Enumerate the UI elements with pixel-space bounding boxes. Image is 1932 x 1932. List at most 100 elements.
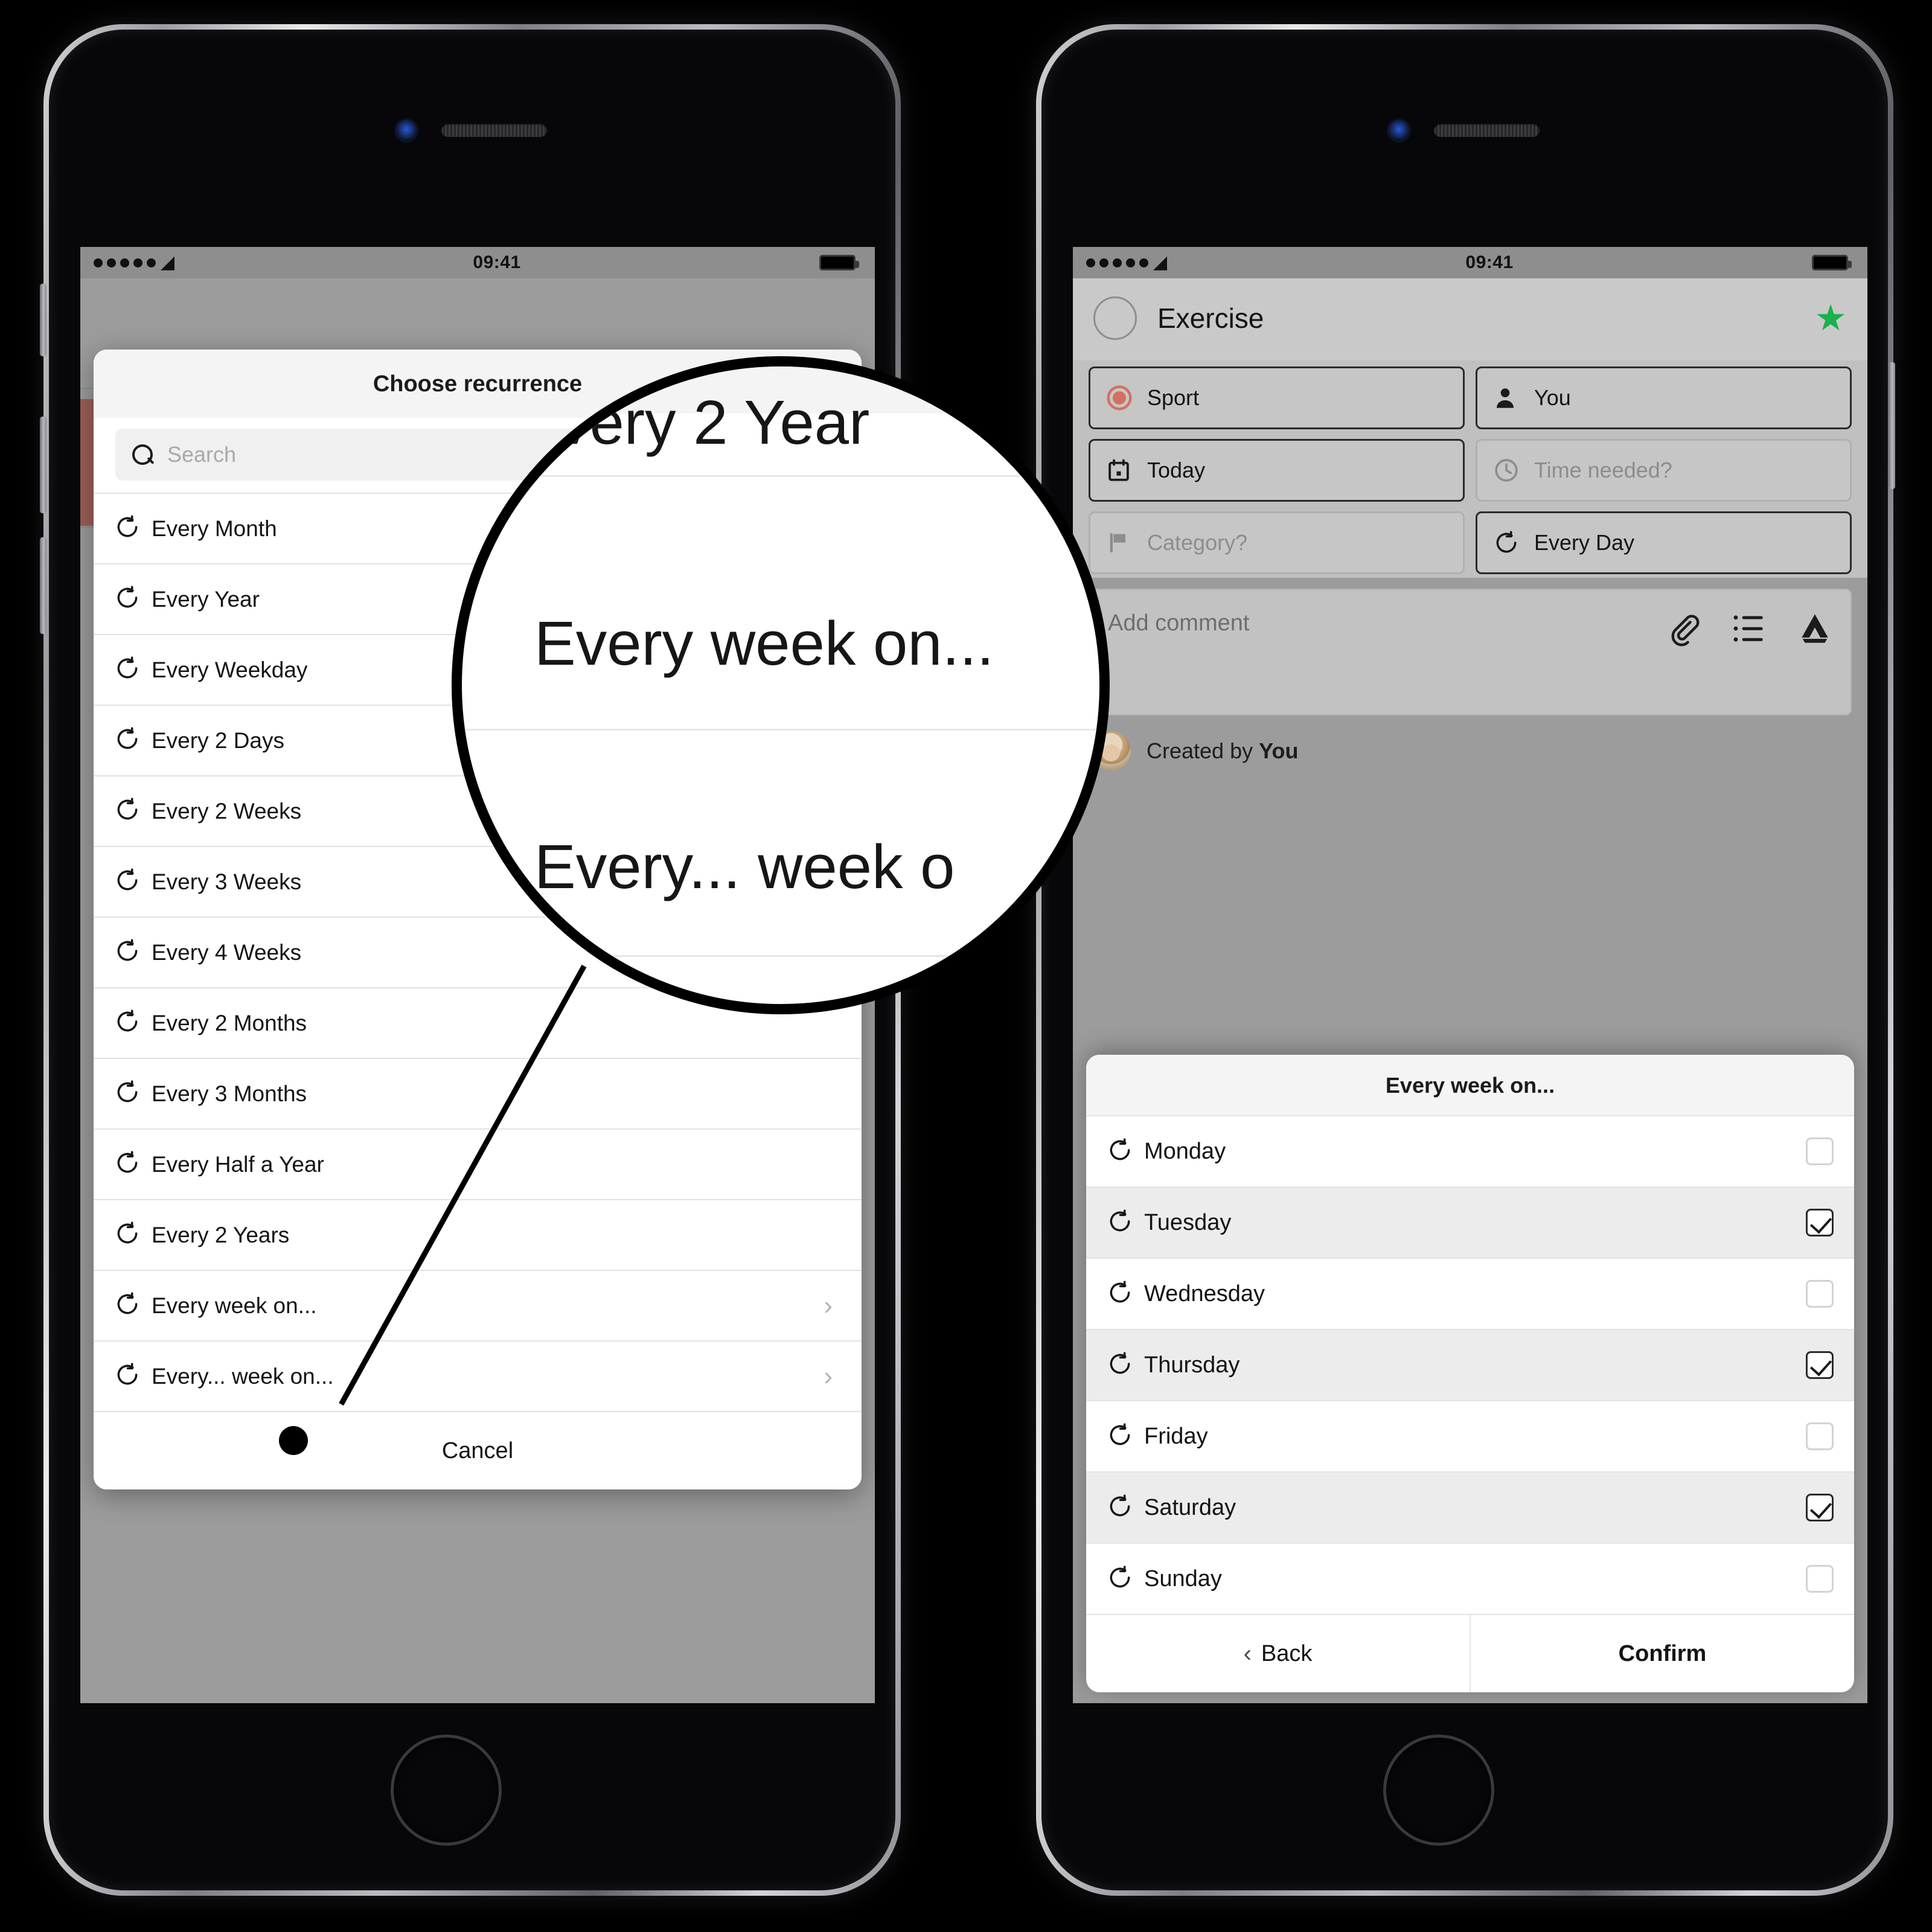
recurrence-icon <box>1107 1493 1133 1520</box>
task-attribute-chip[interactable]: Time needed? <box>1476 439 1852 502</box>
earpiece-speaker <box>1434 124 1540 137</box>
battery-full-icon <box>819 255 859 270</box>
weekday-checkbox[interactable] <box>1806 1209 1834 1236</box>
screen-right: ◢ 09:41 Exercise ★ Sport You Today Time nee… <box>1073 247 1867 1703</box>
recurrence-icon <box>1493 529 1521 556</box>
magnifier-callout: very 2 Year Every week on... Every... we… <box>452 356 1110 1014</box>
recurrence-icon <box>114 867 141 894</box>
created-by-name: You <box>1259 738 1299 763</box>
created-by: Created by You <box>1073 715 1867 771</box>
weekday-row[interactable]: Friday <box>1086 1400 1854 1471</box>
recurrence-option-label: Every 2 Years <box>152 1222 290 1247</box>
volume-up-button[interactable] <box>40 417 46 513</box>
weekday-label: Wednesday <box>1144 1281 1265 1307</box>
volume-down-button[interactable] <box>40 537 46 634</box>
back-button[interactable]: ‹ Back <box>1086 1615 1470 1692</box>
signal-strength-icon <box>94 258 156 267</box>
recurrence-icon <box>114 726 141 752</box>
weekday-checkbox[interactable] <box>1806 1351 1834 1379</box>
home-button[interactable] <box>391 1735 502 1846</box>
task-attribute-chips: Sport You Today Time needed? Category? Every … <box>1073 360 1867 578</box>
status-bar-left: ◢ 09:41 <box>80 247 875 278</box>
weekday-checkbox[interactable] <box>1806 1565 1834 1593</box>
weekday-list: Monday Tuesday Wednesday Thursday Friday Satu… <box>1086 1115 1854 1614</box>
weekday-row[interactable]: Tuesday <box>1086 1186 1854 1258</box>
signal-strength-icon <box>1086 258 1148 267</box>
recurrence-icon <box>114 796 141 823</box>
weekday-label: Saturday <box>1144 1494 1236 1520</box>
wifi-icon: ◢ <box>161 252 175 272</box>
power-button[interactable] <box>1889 362 1895 489</box>
recurrence-option-row[interactable]: Every 3 Months <box>94 1058 862 1128</box>
created-by-prefix: Created by <box>1147 738 1259 763</box>
front-camera-icon <box>396 120 417 141</box>
recurrence-icon <box>114 655 141 682</box>
weekday-label: Sunday <box>1144 1566 1222 1591</box>
recurrence-icon <box>114 514 141 540</box>
recurrence-icon <box>114 1291 141 1317</box>
recurrence-icon <box>114 1079 141 1105</box>
task-attribute-chip[interactable]: Every Day <box>1476 511 1852 574</box>
weekday-label: Thursday <box>1144 1352 1240 1378</box>
chevron-right-icon: › <box>824 1361 833 1391</box>
attachment-icon[interactable] <box>1667 610 1701 650</box>
weekday-row[interactable]: Saturday <box>1086 1471 1854 1543</box>
recurrence-option-label: Every 2 Months <box>152 1010 307 1035</box>
checklist-icon[interactable] <box>1732 613 1766 647</box>
chevron-right-icon: › <box>824 1290 833 1320</box>
weekday-row[interactable]: Sunday <box>1086 1543 1854 1614</box>
search-icon <box>131 443 154 466</box>
recurrence-option-row[interactable]: Every 2 Years <box>94 1199 862 1270</box>
chip-label: Today <box>1147 458 1206 482</box>
recurrence-icon <box>114 584 141 611</box>
google-drive-icon[interactable] <box>1797 611 1832 649</box>
clock-icon <box>1493 457 1521 484</box>
task-header: Exercise ★ <box>1073 278 1867 360</box>
status-bar-right: ◢ 09:41 <box>1073 247 1867 278</box>
task-attribute-chip[interactable]: Today <box>1089 439 1465 502</box>
list-color-dot-icon <box>1106 385 1134 411</box>
task-complete-circle-icon[interactable] <box>1093 296 1137 340</box>
weekday-checkbox[interactable] <box>1806 1280 1834 1308</box>
weekday-checkbox[interactable] <box>1806 1422 1834 1450</box>
task-attribute-chip[interactable]: You <box>1476 366 1852 429</box>
chip-label: Category? <box>1147 530 1248 555</box>
sheet-footer: ‹ Back Confirm <box>1086 1614 1854 1692</box>
recurrence-option-row[interactable]: Every week on... › <box>94 1270 862 1340</box>
weekday-label: Friday <box>1144 1423 1208 1449</box>
recurrence-icon <box>1107 1564 1133 1591</box>
recurrence-option-label: Every week on... <box>152 1293 317 1318</box>
magnifier-anchor-dot <box>279 1426 308 1455</box>
chevron-left-icon: ‹ <box>1243 1640 1252 1667</box>
mute-switch[interactable] <box>40 284 46 356</box>
status-bar-clock: 09:41 <box>1465 252 1514 272</box>
recurrence-option-label: Every... week on... <box>152 1363 334 1389</box>
battery-full-icon <box>1812 255 1852 270</box>
home-button[interactable] <box>1383 1735 1494 1846</box>
chip-label: You <box>1534 385 1571 410</box>
task-attribute-chip[interactable]: Sport <box>1089 366 1465 429</box>
recurrence-option-row[interactable]: Every... week on... › <box>94 1340 862 1411</box>
recurrence-icon <box>1107 1279 1133 1306</box>
chip-label: Time needed? <box>1534 458 1672 482</box>
confirm-button[interactable]: Confirm <box>1470 1615 1854 1692</box>
comment-placeholder: Add comment <box>1108 610 1250 636</box>
flag-icon <box>1106 529 1134 556</box>
recurrence-icon <box>114 1361 141 1388</box>
task-title: Exercise <box>1157 302 1264 334</box>
task-attribute-chip[interactable]: Category? <box>1089 511 1465 574</box>
weekday-checkbox[interactable] <box>1806 1494 1834 1521</box>
weekday-row[interactable]: Wednesday <box>1086 1258 1854 1329</box>
recurrence-option-label: Every Half a Year <box>152 1151 324 1177</box>
cancel-button[interactable]: Cancel <box>94 1411 862 1489</box>
sheet-title: Every week on... <box>1086 1055 1854 1115</box>
star-icon[interactable]: ★ <box>1814 300 1847 336</box>
weekday-checkbox[interactable] <box>1806 1137 1834 1165</box>
weekday-row[interactable]: Monday <box>1086 1115 1854 1186</box>
weekday-label: Tuesday <box>1144 1209 1232 1235</box>
comment-input[interactable]: Add comment <box>1089 589 1852 715</box>
weekday-row[interactable]: Thursday <box>1086 1329 1854 1400</box>
recurrence-icon <box>1107 1137 1133 1163</box>
search-placeholder: Search <box>167 442 237 467</box>
weekday-label: Monday <box>1144 1138 1226 1164</box>
